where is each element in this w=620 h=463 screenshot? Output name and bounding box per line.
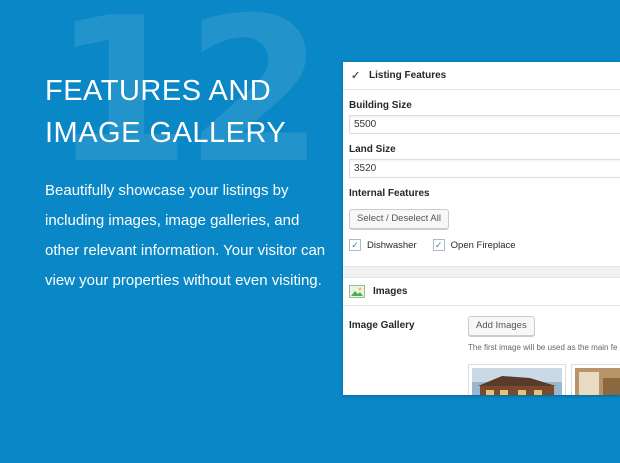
land-size-input[interactable]: 3520 xyxy=(349,159,620,178)
feature-checkboxes: ✓ Dishwasher ✓ Open Fireplace xyxy=(349,239,620,251)
building-size-input[interactable]: 5500 xyxy=(349,115,620,134)
house-photo xyxy=(472,368,562,395)
admin-panel: ✓ Listing Features Building Size 5500 La… xyxy=(343,62,620,395)
internal-features-label: Internal Features xyxy=(349,188,430,199)
gallery-thumbnail[interactable] xyxy=(468,364,566,395)
section-description: Beautifully showcase your listings by in… xyxy=(45,182,326,289)
interior-photo xyxy=(575,368,620,395)
dishwasher-label: Dishwasher xyxy=(367,239,417,251)
building-size-label: Building Size xyxy=(349,100,412,111)
checkmark-icon: ✓ xyxy=(351,70,361,82)
images-title: Images xyxy=(373,286,408,297)
image-gallery-label: Image Gallery xyxy=(349,320,415,331)
panel-divider xyxy=(343,266,620,278)
image-gallery-icon xyxy=(349,285,365,298)
listing-features-title: Listing Features xyxy=(369,70,447,81)
listing-features-header[interactable]: ✓ Listing Features xyxy=(343,62,620,90)
section-title: FEATURES AND IMAGE GALLERY xyxy=(45,75,287,149)
image-gallery-row: Image Gallery Add Images The first image… xyxy=(343,306,620,395)
land-size-label: Land Size xyxy=(349,144,396,155)
select-deselect-all-button[interactable]: Select / Deselect All xyxy=(349,209,449,229)
add-images-button[interactable]: Add Images xyxy=(468,316,535,336)
open-fireplace-checkbox[interactable]: ✓ xyxy=(432,239,445,251)
images-header[interactable]: Images xyxy=(343,278,620,306)
gallery-hint: The first image will be used as the main… xyxy=(468,343,618,352)
open-fireplace-label: Open Fireplace xyxy=(450,239,516,251)
dishwasher-checkbox[interactable]: ✓ xyxy=(349,239,361,251)
gallery-thumbnail[interactable] xyxy=(571,364,620,395)
